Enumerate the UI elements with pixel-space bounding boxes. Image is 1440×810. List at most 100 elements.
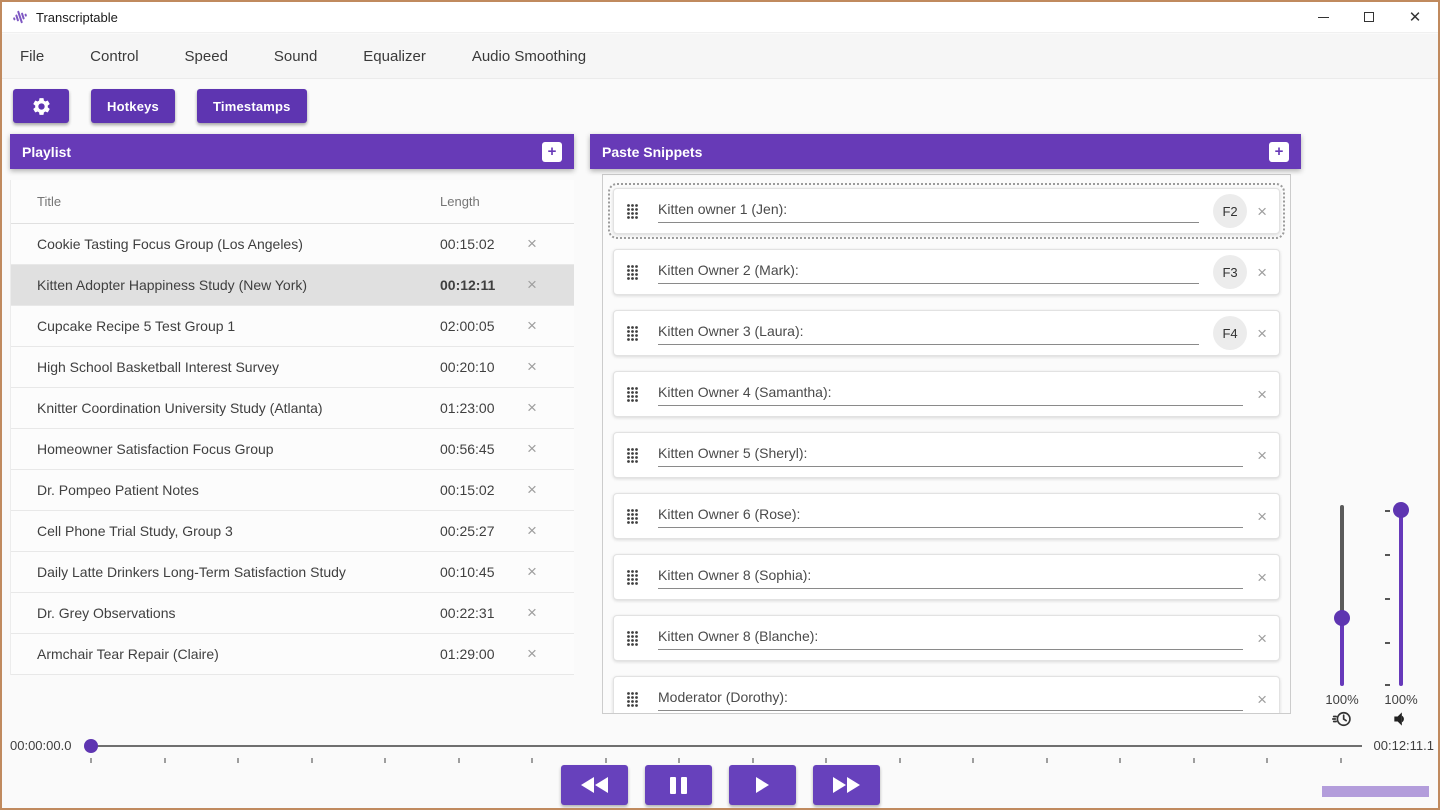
- maximize-icon: [1364, 12, 1374, 22]
- remove-snippet-button[interactable]: ×: [1257, 264, 1267, 281]
- snippet-card[interactable]: ×: [613, 371, 1280, 417]
- drag-handle-icon[interactable]: [626, 508, 640, 525]
- volume-slider-thumb[interactable]: [1393, 502, 1409, 518]
- transport-controls: [2, 765, 1438, 805]
- menu-item[interactable]: Speed: [185, 48, 228, 65]
- horizontal-scrollbar[interactable]: [1322, 786, 1429, 797]
- snippet-card[interactable]: F4 ×: [613, 310, 1280, 356]
- remove-track-button[interactable]: ×: [527, 604, 537, 621]
- playlist-row-length: 00:20:10: [440, 359, 515, 375]
- snippet-card[interactable]: ×: [613, 615, 1280, 661]
- snippets-list: F2 × F3 ×: [602, 174, 1291, 714]
- menu-item[interactable]: Equalizer: [363, 48, 426, 65]
- menu-item[interactable]: Audio Smoothing: [472, 48, 586, 65]
- drag-handle-icon[interactable]: [626, 386, 640, 403]
- remove-track-button[interactable]: ×: [527, 440, 537, 457]
- playlist-row[interactable]: Kitten Adopter Happiness Study (New York…: [11, 265, 574, 306]
- snippet-text-input[interactable]: [658, 321, 1199, 345]
- playlist-add-button[interactable]: +: [542, 142, 562, 162]
- drag-handle-icon[interactable]: [626, 264, 640, 281]
- remove-snippet-button[interactable]: ×: [1257, 691, 1267, 708]
- hotkeys-button[interactable]: Hotkeys: [91, 89, 175, 123]
- remove-snippet-button[interactable]: ×: [1257, 386, 1267, 403]
- playlist-row[interactable]: Dr. Grey Observations 00:22:31 ×: [11, 593, 574, 634]
- maximize-button[interactable]: [1346, 2, 1392, 32]
- snippet-text-input[interactable]: [658, 565, 1243, 589]
- remove-snippet-button[interactable]: ×: [1257, 508, 1267, 525]
- menu-item[interactable]: Sound: [274, 48, 317, 65]
- rewind-button[interactable]: [561, 765, 628, 805]
- waveform-icon: [12, 9, 28, 25]
- drag-handle-icon[interactable]: [626, 691, 640, 708]
- snippet-text-input[interactable]: [658, 626, 1243, 650]
- playlist-row-length: 01:23:00: [440, 400, 515, 416]
- snippet-text-input[interactable]: [658, 260, 1199, 284]
- play-button[interactable]: [729, 765, 796, 805]
- playlist-row[interactable]: Cupcake Recipe 5 Test Group 1 02:00:05 ×: [11, 306, 574, 347]
- snippet-text-input[interactable]: [658, 382, 1243, 406]
- drag-handle-icon[interactable]: [626, 447, 640, 464]
- playlist-row[interactable]: Homeowner Satisfaction Focus Group 00:56…: [11, 429, 574, 470]
- column-header-length: Length: [440, 194, 515, 209]
- playlist-row-title: Armchair Tear Repair (Claire): [11, 646, 440, 662]
- remove-track-button[interactable]: ×: [527, 563, 537, 580]
- remove-snippet-button[interactable]: ×: [1257, 447, 1267, 464]
- drag-handle-icon[interactable]: [626, 325, 640, 342]
- settings-button[interactable]: [13, 89, 69, 123]
- playlist-row[interactable]: Knitter Coordination University Study (A…: [11, 388, 574, 429]
- minimize-button[interactable]: [1300, 2, 1346, 32]
- timeline-current-time: 00:00:00.0: [10, 738, 71, 753]
- remove-snippet-button[interactable]: ×: [1257, 203, 1267, 220]
- snippet-add-button[interactable]: +: [1269, 142, 1289, 162]
- timestamps-button[interactable]: Timestamps: [197, 89, 307, 123]
- close-window-button[interactable]: ✕: [1392, 2, 1438, 32]
- drag-handle-icon[interactable]: [626, 203, 640, 220]
- speed-slider-thumb[interactable]: [1334, 610, 1350, 626]
- snippet-text-input[interactable]: [658, 504, 1243, 528]
- snippet-card[interactable]: ×: [613, 493, 1280, 539]
- remove-track-button[interactable]: ×: [527, 235, 537, 252]
- snippet-card[interactable]: ×: [613, 676, 1280, 714]
- playlist-row[interactable]: Daily Latte Drinkers Long-Term Satisfact…: [11, 552, 574, 593]
- speed-slider[interactable]: [1312, 502, 1372, 686]
- remove-track-button[interactable]: ×: [527, 522, 537, 539]
- snippet-text-input[interactable]: [658, 443, 1243, 467]
- timeline-thumb[interactable]: [84, 739, 98, 753]
- playlist-row[interactable]: Cookie Tasting Focus Group (Los Angeles)…: [11, 224, 574, 265]
- pause-button[interactable]: [645, 765, 712, 805]
- snippet-text-input[interactable]: [658, 199, 1199, 223]
- remove-track-button[interactable]: ×: [527, 481, 537, 498]
- remove-track-button[interactable]: ×: [527, 645, 537, 662]
- snippet-card[interactable]: ×: [613, 554, 1280, 600]
- drag-handle-icon[interactable]: [626, 569, 640, 586]
- remove-track-button[interactable]: ×: [527, 399, 537, 416]
- fast-forward-button[interactable]: [813, 765, 880, 805]
- drag-handle-icon[interactable]: [626, 630, 640, 647]
- snippet-card[interactable]: F3 ×: [613, 249, 1280, 295]
- speed-track-upper: [1340, 505, 1344, 618]
- snippet-card[interactable]: F2 ×: [613, 188, 1280, 234]
- playlist-row-title: Dr. Grey Observations: [11, 605, 440, 621]
- playlist-row[interactable]: High School Basketball Interest Survey 0…: [11, 347, 574, 388]
- remove-snippet-button[interactable]: ×: [1257, 630, 1267, 647]
- timeline-track[interactable]: [90, 745, 1362, 747]
- menu-item[interactable]: Control: [90, 48, 138, 65]
- menu-item[interactable]: File: [20, 48, 44, 65]
- volume-slider[interactable]: [1371, 502, 1431, 686]
- remove-snippet-button[interactable]: ×: [1257, 569, 1267, 586]
- toolbar: Hotkeys Timestamps: [13, 89, 307, 123]
- remove-track-button[interactable]: ×: [527, 276, 537, 293]
- remove-snippet-button[interactable]: ×: [1257, 325, 1267, 342]
- speed-clock-icon: [1312, 709, 1372, 729]
- remove-track-button[interactable]: ×: [527, 317, 537, 334]
- snippet-card[interactable]: ×: [613, 432, 1280, 478]
- playlist-row-title: Dr. Pompeo Patient Notes: [11, 482, 440, 498]
- remove-track-button[interactable]: ×: [527, 358, 537, 375]
- snippets-header: Paste Snippets +: [590, 134, 1301, 169]
- playlist-row-title: Cookie Tasting Focus Group (Los Angeles): [11, 236, 440, 252]
- snippet-text-input[interactable]: [658, 687, 1243, 711]
- playlist-row[interactable]: Cell Phone Trial Study, Group 3 00:25:27…: [11, 511, 574, 552]
- close-icon: ✕: [1409, 10, 1422, 25]
- playlist-row[interactable]: Dr. Pompeo Patient Notes 00:15:02 ×: [11, 470, 574, 511]
- playlist-row[interactable]: Armchair Tear Repair (Claire) 01:29:00 ×: [11, 634, 574, 675]
